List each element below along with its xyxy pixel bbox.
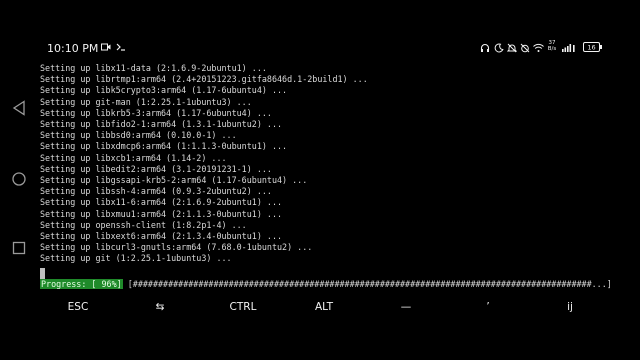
lte-signal-icon — [561, 43, 577, 57]
terminal-line: Setting up libfido2-1:arm64 (1.3.1-1ubun… — [40, 119, 283, 130]
terminal-cursor — [40, 268, 45, 279]
alarm-off-icon — [520, 43, 530, 57]
back-icon[interactable] — [10, 100, 28, 118]
apostrophe-key[interactable]: ’ — [458, 296, 518, 318]
dash-key[interactable]: — — [376, 296, 436, 318]
home-icon[interactable] — [10, 171, 28, 189]
do-not-disturb-icon — [494, 43, 504, 57]
terminal-line: Setting up libxmuu1:arm64 (2:1.1.3-0ubun… — [40, 208, 283, 219]
terminal-line: Setting up libk5crypto3:arm64 (1.17-6ubu… — [40, 85, 288, 96]
recents-icon[interactable] — [10, 241, 28, 259]
status-bar: 10:10 PM 37 B/s 16 — [0, 40, 640, 60]
terminal-line: Setting up libcurl3-gnutls:arm64 (7.68.0… — [40, 242, 313, 253]
headphones-icon — [480, 43, 490, 57]
alt-key[interactable]: ALT — [294, 296, 354, 318]
wifi-icon — [533, 43, 544, 57]
esc-key[interactable]: ESC — [48, 296, 108, 318]
progress-label: Progress: [ 96%] — [40, 279, 123, 289]
status-time: 10:10 PM — [47, 42, 99, 55]
mute-icon — [506, 43, 518, 57]
terminal-line: Setting up libxcb1:arm64 (1.14-2) ... — [40, 152, 227, 163]
terminal-line: Setting up git (1:2.25.1-1ubuntu3) ... — [40, 253, 232, 264]
terminal-prompt-icon — [116, 43, 126, 55]
tab-key[interactable]: ⇆ — [130, 296, 190, 318]
battery-level: 16 — [587, 44, 595, 52]
terminal-line: Setting up libbsd0:arm64 (0.10.0-1) ... — [40, 130, 237, 141]
ij-key[interactable]: ij — [540, 296, 600, 318]
extra-keys-bar: ESC ⇆ CTRL ALT — ’ ij — [40, 296, 640, 320]
terminal-line: Setting up libkrb5-3:arm64 (1.17-6ubuntu… — [40, 107, 272, 118]
terminal-line: Setting up libgssapi-krb5-2:arm64 (1.17-… — [40, 175, 308, 186]
navigation-bar — [0, 0, 40, 360]
progress-bar: [#######################################… — [127, 279, 612, 289]
terminal-line: Setting up libxdmcp6:arm64 (1:1.1.3-0ubu… — [40, 141, 288, 152]
ctrl-key[interactable]: CTRL — [213, 296, 273, 318]
terminal-line: Setting up libedit2:arm64 (3.1-20191231-… — [40, 163, 272, 174]
terminal-line: Setting up librtmp1:arm64 (2.4+20151223.… — [40, 74, 368, 85]
video-icon — [101, 43, 111, 55]
terminal-output[interactable]: Setting up libx11-data (2:1.6.9-2ubuntu1… — [40, 63, 630, 265]
network-speed-icon: 37 B/s — [547, 40, 557, 52]
progress-row: Progress: [ 96%] [######################… — [40, 279, 612, 290]
terminal-line: Setting up openssh-client (1:8.2p1-4) ..… — [40, 219, 247, 230]
terminal-line: Setting up libssh-4:arm64 (0.9.3-2ubuntu… — [40, 186, 272, 197]
battery-icon: 16 — [583, 41, 603, 57]
terminal-line: Setting up libx11-6:arm64 (2:1.6.9-2ubun… — [40, 197, 283, 208]
terminal-line: Setting up libxext6:arm64 (2:1.3.4-0ubun… — [40, 231, 283, 242]
terminal-line: Setting up git-man (1:2.25.1-1ubuntu3) .… — [40, 96, 252, 107]
terminal-line: Setting up libx11-data (2:1.6.9-2ubuntu1… — [40, 63, 267, 73]
